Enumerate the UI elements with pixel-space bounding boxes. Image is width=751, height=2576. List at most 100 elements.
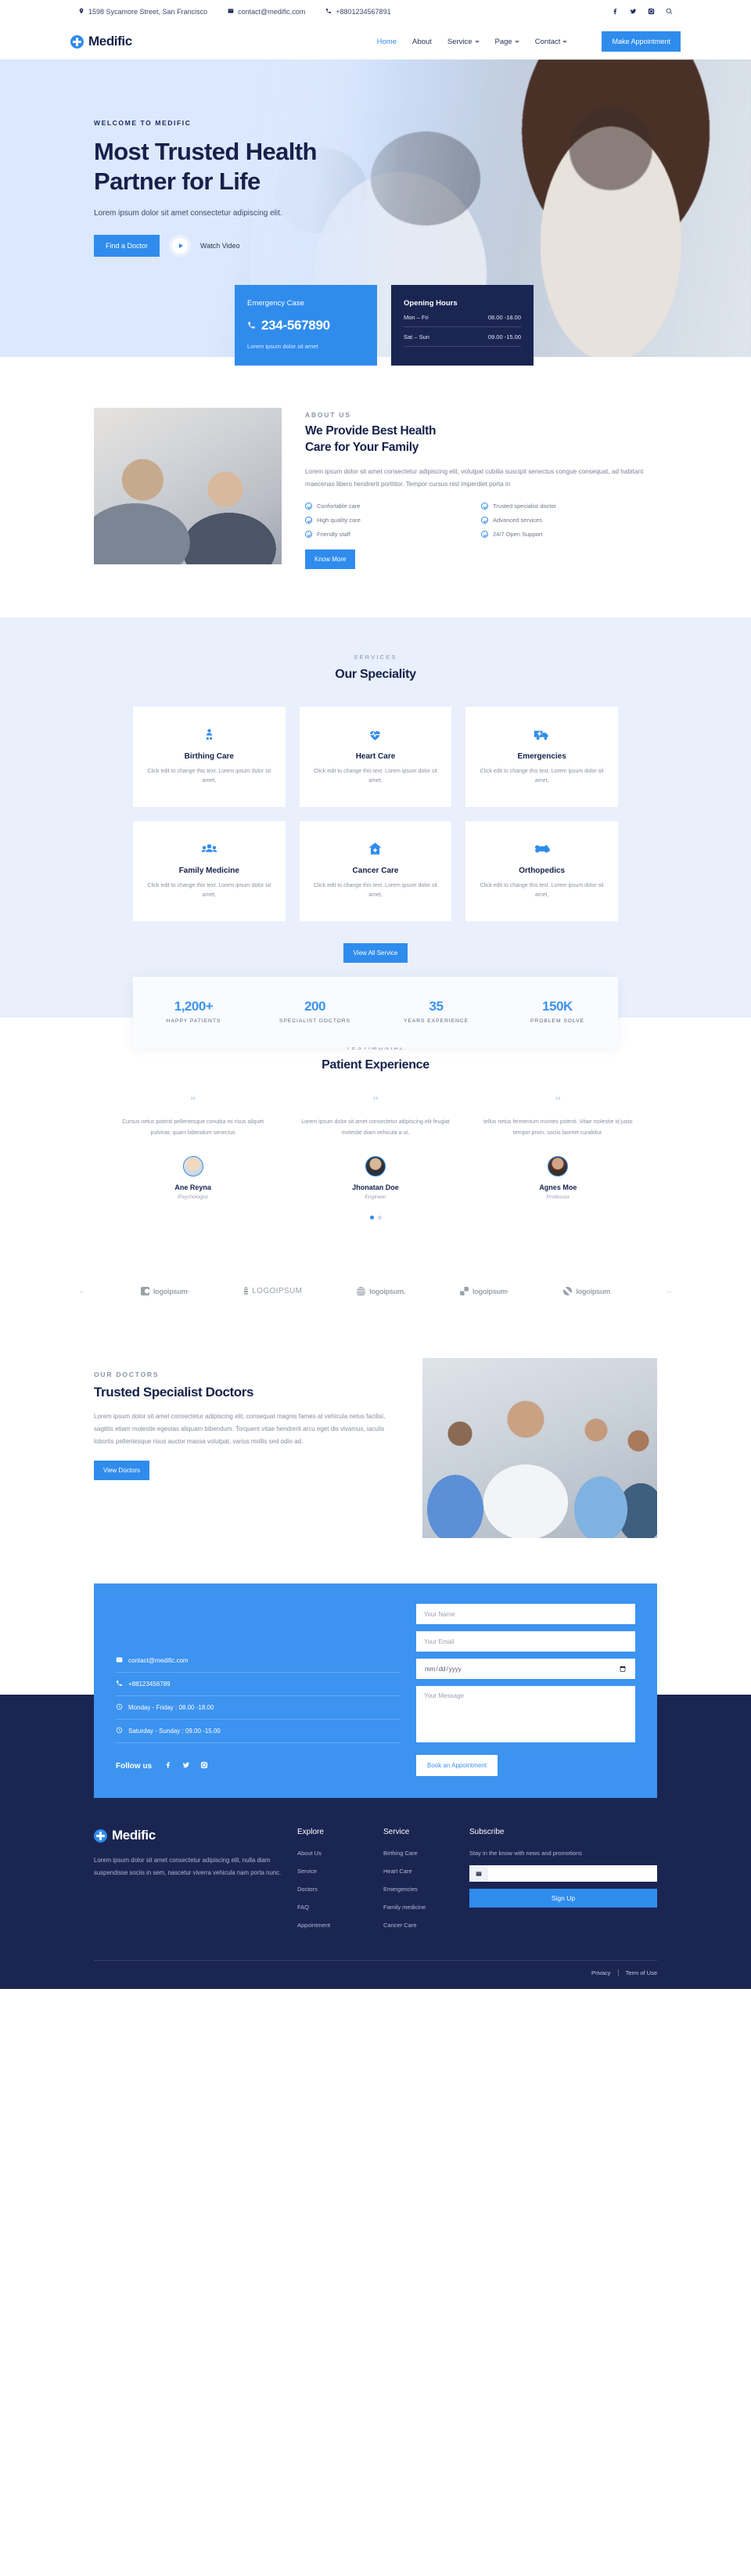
site-footer: Medific Lorem ipsum dolor sit amet conse… [0, 1798, 751, 1990]
view-all-service-button[interactable]: View All Service [343, 943, 408, 964]
sign-up-button[interactable]: Sign Up [469, 1889, 657, 1908]
hero-title-line2: Partner for Life [94, 168, 261, 196]
footer-logo[interactable]: Medific [94, 1828, 297, 1843]
stat-problem-solve: 150K PROBLEM SOLVE [497, 999, 618, 1024]
heart-pulse-icon [312, 724, 440, 746]
instagram-icon[interactable] [648, 8, 655, 16]
logo-mark-icon [140, 1287, 149, 1296]
instagram-icon[interactable] [200, 1759, 208, 1773]
subscribe-field [469, 1865, 657, 1882]
service-card-emergencies[interactable]: Emergencies Click edit to change this te… [465, 706, 618, 807]
doctors-section: OUR DOCTORS Trusted Specialist Doctors L… [94, 1358, 657, 1539]
twitter-icon[interactable] [630, 8, 637, 16]
people-group-icon [146, 838, 273, 860]
chevron-down-icon [514, 40, 519, 43]
avatar [182, 1156, 203, 1177]
clock-icon [116, 1727, 123, 1735]
footer-link-cancer-care[interactable]: Cancer Care [383, 1922, 469, 1929]
terms-link[interactable]: Term of Use [626, 1969, 657, 1976]
book-appointment-button[interactable]: Book an Appointment [416, 1755, 498, 1777]
contact-weekend-hours-row: Saturday - Sunday : 09.00 -15.00 [116, 1720, 401, 1744]
privacy-link[interactable]: Privacy [591, 1969, 611, 1976]
carousel-dot-1[interactable] [369, 1216, 374, 1220]
top-bar: 1598 Sycamore Street, San Francisco cont… [0, 0, 751, 23]
stat-label: PROBLEM SOLVE [530, 1018, 584, 1025]
nav-item-page[interactable]: Page [495, 38, 519, 46]
service-card-orthopedics[interactable]: Orthopedics Click edit to change this te… [465, 820, 618, 922]
medical-cross-icon [70, 34, 84, 49]
address-text: 1598 Sycamore Street, San Francisco [88, 8, 208, 16]
contact-phone-row[interactable]: +88123456789 [116, 1673, 401, 1697]
footer-link-emergencies[interactable]: Emergencies [383, 1886, 469, 1893]
phone-item[interactable]: +8801234567891 [325, 8, 391, 16]
bone-icon [478, 838, 605, 860]
about-photo [94, 408, 282, 564]
service-desc: Click edit to change this text. Lorem ip… [314, 882, 437, 899]
make-appointment-button[interactable]: Make Appointment [602, 31, 681, 52]
nav-item-service[interactable]: Service [447, 38, 480, 46]
testimonial-card: ” Lorem ipsum dolor sit amet consectetur… [284, 1095, 466, 1201]
hours-time: 09.00 -15.00 [487, 333, 521, 340]
service-desc: Click edit to change this text. Lorem ip… [147, 768, 271, 784]
footer-link-heart-care[interactable]: Heart Care [383, 1868, 469, 1875]
service-card-birthing-care[interactable]: Birthing Care Click edit to change this … [133, 706, 286, 807]
hours-time: 08.00 -18.00 [487, 314, 521, 321]
message-textarea[interactable] [416, 1686, 635, 1743]
nav-item-home[interactable]: Home [377, 38, 397, 46]
facebook-icon[interactable] [164, 1759, 172, 1773]
know-more-button[interactable]: Know More [305, 549, 356, 569]
check-circle-icon [305, 516, 312, 524]
service-desc: Click edit to change this text. Lorem ip… [147, 882, 271, 899]
emergency-number-text: 234-567890 [261, 318, 330, 333]
testimonial-role: Professor [546, 1194, 570, 1201]
watch-video-label[interactable]: Watch Video [200, 242, 240, 250]
subscribe-email-input[interactable] [488, 1870, 657, 1878]
service-card-family-medicine[interactable]: Family Medicine Click edit to change thi… [133, 820, 286, 922]
footer-service-column: Service Birthing Care Heart Care Emergen… [383, 1828, 469, 1940]
footer-link-faq[interactable]: FAQ [297, 1904, 383, 1911]
facebook-icon[interactable] [612, 8, 619, 16]
date-input[interactable] [416, 1659, 635, 1680]
footer-link-service[interactable]: Service [297, 1868, 383, 1875]
contact-email-row[interactable]: contact@medific.com [116, 1649, 401, 1673]
envelope-icon [469, 1865, 488, 1882]
contact-weekend-text: Saturday - Sunday : 09.00 -15.00 [128, 1728, 221, 1735]
stat-value: 1,200+ [174, 999, 214, 1014]
footer-link-family-medicine[interactable]: Family medicine [383, 1904, 469, 1911]
service-name: Family Medicine [178, 866, 239, 875]
brand-logo[interactable]: Medific [70, 34, 132, 49]
footer-link-doctors[interactable]: Doctors [297, 1886, 383, 1893]
service-card-heart-care[interactable]: Heart Care Click edit to change this tex… [299, 706, 452, 807]
footer-link-birthing-care[interactable]: Birthing Care [383, 1850, 469, 1857]
search-icon[interactable] [666, 8, 673, 16]
play-video-icon[interactable] [172, 238, 189, 254]
about-eyebrow: ABOUT US [305, 411, 351, 419]
stat-label: SPECIALIST DOCTORS [278, 1018, 351, 1025]
main-navigation: Medific Home About Service Page Contact … [0, 23, 751, 59]
name-input[interactable] [416, 1604, 635, 1625]
topbar-socials [612, 8, 673, 16]
footer-explore-column: Explore About Us Service Doctors FAQ App… [297, 1828, 383, 1940]
testimonial-quote: tellus netus fermentum montes potenti. V… [483, 1119, 633, 1137]
footer-explore-title: Explore [297, 1828, 324, 1837]
email-input[interactable] [416, 1631, 635, 1652]
emergency-number[interactable]: 234-567890 [247, 318, 365, 333]
about-section: ABOUT US We Provide Best Health Care for… [94, 408, 657, 569]
twitter-icon[interactable] [182, 1759, 190, 1773]
contact-weekday-text: Monday - Friday : 08.00 -18.00 [128, 1704, 214, 1712]
footer-link-about-us[interactable]: About Us [297, 1850, 383, 1857]
nav-label: Service [447, 37, 473, 46]
hero-eyebrow: WELCOME TO MEDIFIC [94, 119, 192, 127]
email-item[interactable]: contact@medific.com [228, 8, 305, 16]
footer-link-appointment[interactable]: Appointment [297, 1922, 383, 1929]
service-card-cancer-care[interactable]: Cancer Care Click edit to change this te… [299, 820, 452, 922]
contact-weekday-hours-row: Monday - Friday : 08.00 -18.00 [116, 1696, 401, 1720]
view-doctors-button[interactable]: View Doctors [94, 1461, 149, 1481]
carousel-next-icon[interactable]: → [665, 1287, 673, 1295]
carousel-prev-icon[interactable]: ← [78, 1287, 86, 1295]
carousel-dot-2[interactable] [377, 1216, 382, 1220]
nav-item-contact[interactable]: Contact [535, 38, 568, 46]
find-a-doctor-button[interactable]: Find a Doctor [94, 235, 160, 258]
nav-item-about[interactable]: About [412, 38, 432, 46]
quote-icon: ” [372, 1095, 379, 1108]
